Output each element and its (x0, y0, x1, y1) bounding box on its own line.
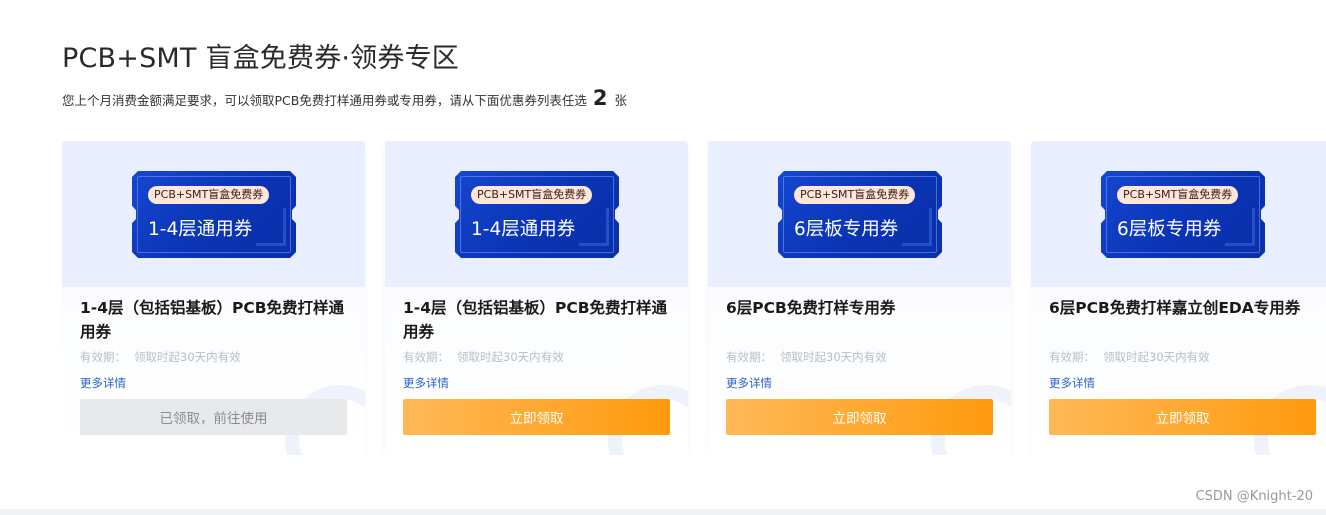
coupon-validity: 有效期： 领取时起30天内有效 (726, 349, 887, 365)
go-use-button[interactable]: 已领取，前往使用 (80, 399, 347, 435)
validity-label: 有效期： (80, 350, 126, 364)
coupon-ticket-graphic: PCB+SMT盲盒免费券 6层板专用券 (778, 171, 942, 258)
ticket-name: 1-4层通用券 (148, 219, 253, 240)
coupon-validity: 有效期： 领取时起30天内有效 (1049, 349, 1210, 365)
validity-label: 有效期： (726, 350, 772, 364)
ticket-badge: PCB+SMT盲盒免费券 (1117, 186, 1238, 204)
ticket-decoration-icon (256, 208, 286, 246)
coupon-card-banner: PCB+SMT盲盒免费券 1-4层通用券 (385, 141, 688, 287)
ticket-name: 6层板专用券 (794, 219, 899, 240)
page-title: PCB+SMT 盲盒免费券·领券专区 (62, 43, 459, 74)
ticket-name: 6层板专用券 (1117, 219, 1222, 240)
more-details-link[interactable]: 更多详情 (1049, 375, 1095, 391)
coupon-ticket-graphic: PCB+SMT盲盒免费券 1-4层通用券 (132, 171, 296, 258)
ticket-badge: PCB+SMT盲盒免费券 (471, 186, 592, 204)
coupon-card-banner: PCB+SMT盲盒免费券 6层板专用券 (1031, 141, 1326, 287)
subtitle-unit: 张 (614, 93, 627, 108)
more-details-link[interactable]: 更多详情 (403, 375, 449, 391)
coupon-card: PCB+SMT盲盒免费券 1-4层通用券 1-4层（包括铝基板）PCB免费打样通… (62, 141, 365, 455)
coupon-name: 1-4层（包括铝基板）PCB免费打样通用券 (80, 299, 345, 341)
coupon-validity: 有效期： 领取时起30天内有效 (403, 349, 564, 365)
coupon-ticket-graphic: PCB+SMT盲盒免费券 6层板专用券 (1101, 171, 1265, 258)
ticket-badge: PCB+SMT盲盒免费券 (148, 186, 269, 204)
coupon-card-banner: PCB+SMT盲盒免费券 1-4层通用券 (62, 141, 365, 287)
coupon-name: 6层PCB免费打样嘉立创EDA专用券 (1049, 299, 1301, 317)
coupon-ticket-graphic: PCB+SMT盲盒免费券 1-4层通用券 (455, 171, 619, 258)
validity-label: 有效期： (1049, 350, 1095, 364)
ticket-decoration-icon (579, 208, 609, 246)
subtitle-text: 您上个月消费金额满足要求，可以领取PCB免费打样通用券或专用券，请从下面优惠券列… (62, 93, 587, 108)
claim-button[interactable]: 立即领取 (726, 399, 993, 435)
coupon-card-banner: PCB+SMT盲盒免费券 6层板专用券 (708, 141, 1011, 287)
validity-value: 领取时起30天内有效 (1103, 350, 1210, 364)
claim-button[interactable]: 立即领取 (403, 399, 670, 435)
footer-divider (0, 509, 1326, 515)
coupon-card: PCB+SMT盲盒免费券 1-4层通用券 1-4层（包括铝基板）PCB免费打样通… (385, 141, 688, 455)
page-subtitle: 您上个月消费金额满足要求，可以领取PCB免费打样通用券或专用券，请从下面优惠券列… (62, 86, 627, 110)
coupon-validity: 有效期： 领取时起30天内有效 (80, 349, 241, 365)
validity-value: 领取时起30天内有效 (134, 350, 241, 364)
coupon-count: 2 (592, 86, 608, 110)
coupon-name: 6层PCB免费打样专用券 (726, 299, 896, 317)
csdn-watermark: CSDN @Knight-20 (1195, 489, 1313, 504)
ticket-name: 1-4层通用券 (471, 219, 576, 240)
claim-button[interactable]: 立即领取 (1049, 399, 1316, 435)
validity-value: 领取时起30天内有效 (457, 350, 564, 364)
validity-label: 有效期： (403, 350, 449, 364)
more-details-link[interactable]: 更多详情 (80, 375, 126, 391)
ticket-badge: PCB+SMT盲盒免费券 (794, 186, 915, 204)
coupon-card: PCB+SMT盲盒免费券 6层板专用券 6层PCB免费打样嘉立创EDA专用券 有… (1031, 141, 1326, 455)
ticket-decoration-icon (902, 208, 932, 246)
coupon-page: PCB+SMT 盲盒免费券·领券专区 您上个月消费金额满足要求，可以领取PCB免… (0, 0, 1326, 515)
more-details-link[interactable]: 更多详情 (726, 375, 772, 391)
ticket-decoration-icon (1225, 208, 1255, 246)
coupon-name: 1-4层（包括铝基板）PCB免费打样通用券 (403, 299, 668, 341)
coupon-list: PCB+SMT盲盒免费券 1-4层通用券 1-4层（包括铝基板）PCB免费打样通… (62, 141, 1326, 455)
validity-value: 领取时起30天内有效 (780, 350, 887, 364)
coupon-card: PCB+SMT盲盒免费券 6层板专用券 6层PCB免费打样专用券 有效期： 领取时… (708, 141, 1011, 455)
